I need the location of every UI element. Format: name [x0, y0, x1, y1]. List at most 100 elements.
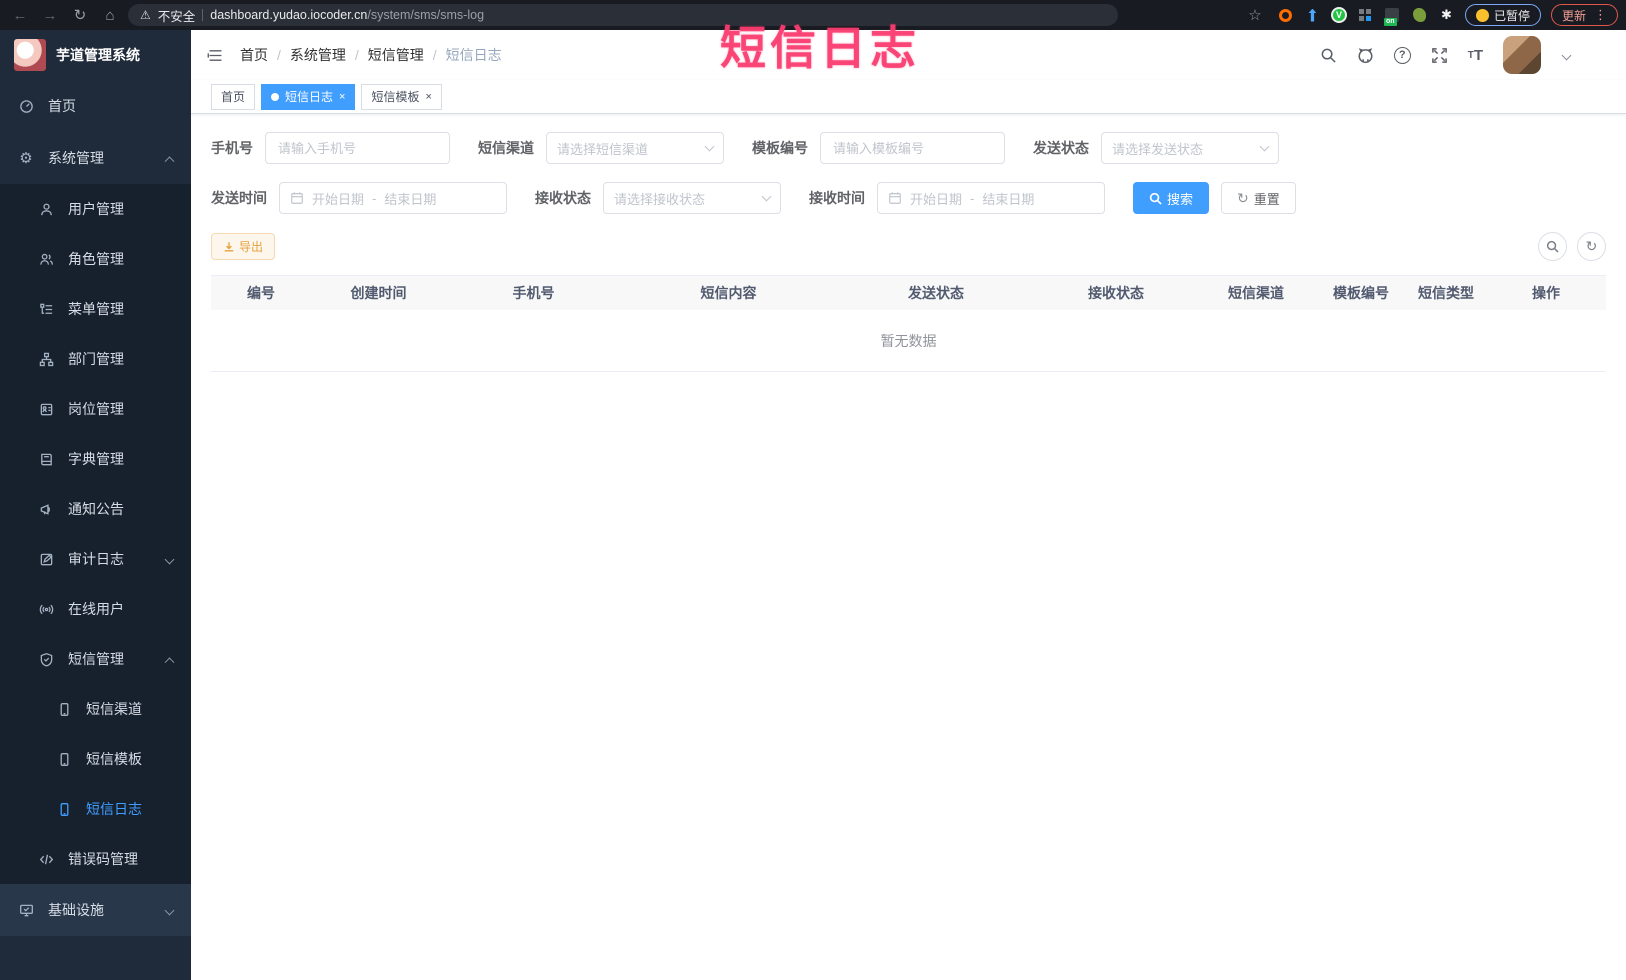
tab-sms-log[interactable]: 短信日志 ×: [261, 83, 356, 110]
mobile-icon: [56, 752, 72, 767]
tab-sms-template[interactable]: 短信模板 ×: [361, 83, 442, 110]
paused-label: 已暂停: [1493, 8, 1530, 23]
annotation-title: 短信日志: [720, 22, 920, 74]
book-icon: [38, 452, 54, 467]
app-logo[interactable]: 芋道管理系统: [0, 30, 191, 80]
sidebar-item-audit-log[interactable]: 审计日志: [0, 534, 191, 584]
template-id-input[interactable]: [820, 132, 1005, 164]
sidebar-item-home[interactable]: 首页: [0, 80, 191, 132]
extension-v-icon[interactable]: V: [1330, 7, 1347, 23]
sidebar-item-system[interactable]: ⚙ 系统管理: [0, 132, 191, 184]
active-dot: [271, 92, 280, 101]
sidebar-item-roles[interactable]: 角色管理: [0, 234, 191, 284]
mobile-icon: [56, 702, 72, 717]
calendar-icon: [291, 192, 303, 204]
receive-status-select[interactable]: 请选择接收状态: [603, 182, 781, 214]
field-label-send-time: 发送时间: [211, 190, 267, 206]
sidebar-item-sms-channel[interactable]: 短信渠道: [0, 684, 191, 734]
extension-donut-icon[interactable]: [1277, 7, 1294, 24]
sidebar-item-sms-log[interactable]: 短信日志: [0, 784, 191, 834]
not-secure-warning-icon: ⚠: [140, 8, 151, 22]
sidebar-item-infra[interactable]: 基础设施: [0, 884, 191, 936]
sidebar-item-sms-template[interactable]: 短信模板: [0, 734, 191, 784]
update-label: 更新: [1561, 8, 1586, 23]
url-text: dashboard.yudao.iocoder.cn/system/sms/sm…: [210, 8, 485, 22]
app-title: 芋道管理系统: [56, 47, 140, 63]
search-icon: [1546, 240, 1559, 253]
bookmark-star-icon[interactable]: ☆: [1243, 3, 1267, 27]
export-button[interactable]: 导出: [211, 233, 276, 260]
calendar-icon: [889, 192, 901, 204]
log-icon: [38, 552, 54, 567]
toggle-search-button[interactable]: [1538, 232, 1567, 261]
dashboard-icon: [18, 99, 34, 114]
channel-select[interactable]: 请选择短信渠道: [546, 132, 724, 164]
badge-icon: [38, 402, 54, 417]
browser-menu-icon[interactable]: ⋮: [1594, 7, 1607, 23]
forward-icon[interactable]: →: [38, 3, 62, 27]
reset-button[interactable]: ↻ 重置: [1221, 182, 1296, 214]
sidebar-item-error-code[interactable]: 错误码管理: [0, 834, 191, 884]
search-button[interactable]: 搜索: [1133, 182, 1210, 214]
extension-on-icon[interactable]: on: [1383, 7, 1401, 26]
refresh-icon: ↻: [1237, 189, 1249, 206]
send-time-daterange[interactable]: 开始日期 - 结束日期: [279, 182, 507, 214]
sidebar-item-online-users[interactable]: 在线用户: [0, 584, 191, 634]
home-icon[interactable]: ⌂: [98, 3, 122, 27]
field-label-send-status: 发送状态: [1033, 140, 1089, 156]
sidebar-item-users[interactable]: 用户管理: [0, 184, 191, 234]
reload-icon[interactable]: ↻: [68, 3, 92, 27]
column-header-id: 编号: [247, 285, 275, 301]
hamburger-icon[interactable]: [207, 47, 224, 64]
emoji-face-icon: [1475, 8, 1489, 22]
url-bar[interactable]: ⚠ 不安全 dashboard.yudao.iocoder.cn/system/…: [128, 4, 1118, 26]
fullscreen-icon[interactable]: [1431, 47, 1448, 64]
github-icon[interactable]: [1357, 47, 1374, 64]
back-icon[interactable]: ←: [8, 3, 32, 27]
breadcrumb-system[interactable]: 系统管理: [290, 45, 346, 65]
empty-state: 暂无数据: [211, 310, 1606, 372]
avatar-caret-down-icon[interactable]: [1561, 50, 1572, 60]
breadcrumb-sms[interactable]: 短信管理: [368, 45, 424, 65]
mobile-icon: [56, 802, 72, 817]
font-size-icon[interactable]: TT: [1468, 47, 1483, 64]
field-label-receive-status: 接收状态: [535, 190, 591, 206]
sidebar-item-sms[interactable]: 短信管理: [0, 634, 191, 684]
refresh-button[interactable]: ↻: [1577, 232, 1606, 261]
profile-paused-pill[interactable]: 已暂停: [1464, 4, 1541, 26]
breadcrumb-home[interactable]: 首页: [240, 45, 268, 65]
close-icon[interactable]: ×: [425, 91, 431, 103]
receive-time-daterange[interactable]: 开始日期 - 结束日期: [877, 182, 1105, 214]
column-header-create-time: 创建时间: [350, 285, 407, 301]
search-icon[interactable]: [1320, 47, 1337, 64]
sidebar-item-notice[interactable]: 通知公告: [0, 484, 191, 534]
org-tree-icon: [38, 352, 54, 367]
user-icon: [38, 202, 54, 217]
table-header-row: 编号 创建时间 手机号 短信内容 发送状态 接收状态 短信渠道 模板编号 短信类…: [211, 276, 1606, 310]
search-icon: [1149, 192, 1162, 205]
sidebar-item-menus[interactable]: 菜单管理: [0, 284, 191, 334]
tab-home[interactable]: 首页: [211, 83, 256, 110]
breadcrumb: 首页 / 系统管理 / 短信管理 / 短信日志: [240, 45, 502, 65]
sidebar-item-depts[interactable]: 部门管理: [0, 334, 191, 384]
sidebar: 芋道管理系统 首页 ⚙ 系统管理 用户管理 角色管理 菜单管理 部门管理 岗位管…: [0, 30, 191, 980]
sidebar-item-posts[interactable]: 岗位管理: [0, 384, 191, 434]
extension-trident-icon[interactable]: [1304, 7, 1321, 24]
gear-icon: ⚙: [19, 150, 33, 167]
mobile-input[interactable]: [265, 132, 450, 164]
extension-flower-icon[interactable]: ✱: [1438, 7, 1455, 24]
user-avatar[interactable]: [1503, 36, 1541, 74]
help-icon[interactable]: ?: [1393, 46, 1411, 64]
not-secure-label[interactable]: 不安全: [158, 6, 196, 25]
sidebar-item-dict[interactable]: 字典管理: [0, 434, 191, 484]
extension-grid-icon[interactable]: [1357, 7, 1374, 24]
send-status-select[interactable]: 请选择发送状态: [1101, 132, 1279, 164]
users-icon: [38, 252, 54, 267]
update-button[interactable]: 更新 ⋮: [1550, 4, 1618, 26]
close-icon[interactable]: ×: [339, 91, 345, 103]
url-separator: [202, 9, 204, 21]
chevron-down-icon: [761, 191, 772, 202]
column-header-mobile: 手机号: [512, 285, 555, 301]
chevron-down-icon: [1259, 141, 1270, 152]
extension-plant-icon[interactable]: [1411, 7, 1428, 24]
